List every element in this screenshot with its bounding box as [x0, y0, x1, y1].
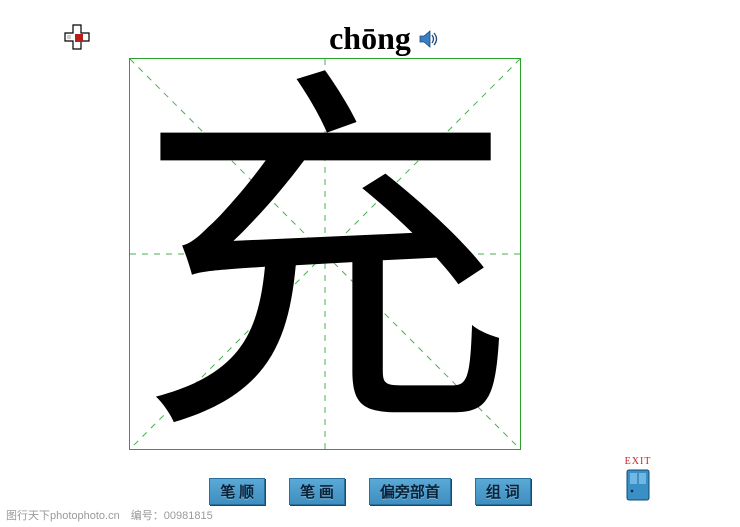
exit-button[interactable]: EXIT: [618, 456, 658, 501]
exit-label: EXIT: [618, 456, 658, 467]
speaker-icon[interactable]: [418, 28, 440, 50]
words-button[interactable]: 组 词: [475, 478, 531, 505]
mi-grid-frame: 充: [129, 58, 521, 450]
pinyin-label: chōng: [0, 20, 740, 57]
watermark: 图行天下photophoto.cn 编号：00981815: [6, 507, 213, 523]
watermark-site: 图行天下photophoto.cn: [6, 510, 120, 522]
strokes-button[interactable]: 笔 画: [289, 478, 345, 505]
door-icon: [618, 469, 658, 501]
character-glyph: 充: [130, 59, 520, 449]
radical-button[interactable]: 偏旁部首: [369, 478, 451, 505]
watermark-id-label: 编号：: [131, 510, 164, 522]
watermark-id-value: 00981815: [164, 510, 213, 522]
stroke-order-button[interactable]: 笔 顺: [209, 478, 265, 505]
